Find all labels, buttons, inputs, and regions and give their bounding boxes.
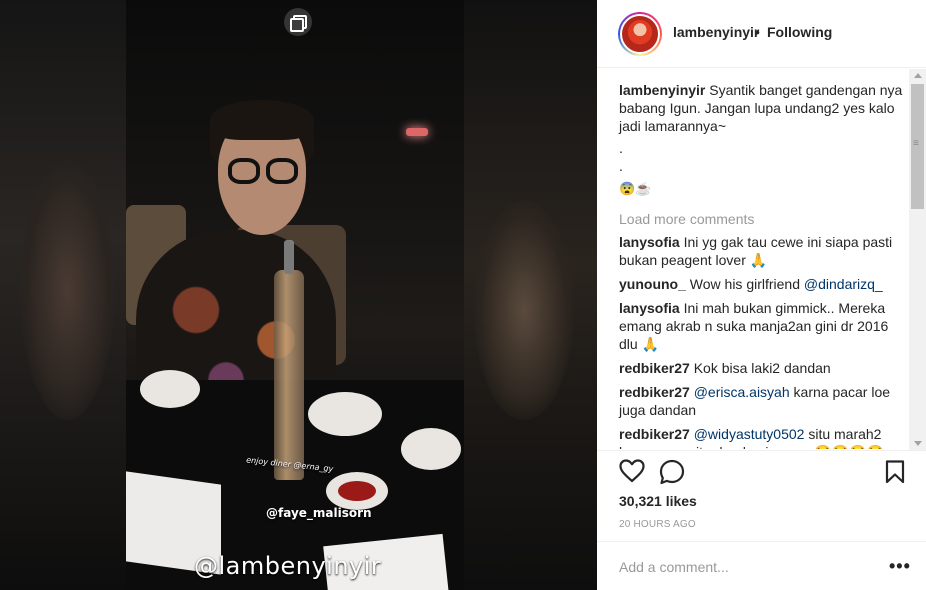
avatar-image [620, 14, 660, 54]
bookmark-icon[interactable] [884, 460, 906, 484]
bottle [274, 240, 304, 480]
more-options-icon[interactable]: ••• [889, 556, 911, 577]
comment: lanysofia Ini yg gak tau cewe ini siapa … [619, 233, 909, 269]
comment-icon[interactable] [659, 459, 685, 485]
scroll-down-icon[interactable] [914, 441, 922, 446]
caption-dot: . [619, 140, 623, 156]
heart-icon[interactable] [619, 459, 645, 483]
media-area: enjoy diner @erna_gy @faye_malisorn @lam… [0, 0, 597, 590]
caption-username[interactable]: lambenyinyir [619, 82, 705, 98]
comment-username[interactable]: redbiker27 [619, 384, 690, 400]
comment-username[interactable]: redbiker27 [619, 426, 690, 442]
multiple-posts-icon [284, 8, 312, 36]
comment-username[interactable]: yunouno_ [619, 276, 686, 292]
header-username[interactable]: lambenyinyir [673, 24, 759, 40]
comment: redbiker27 @erisca.aisyah karna pacar lo… [619, 383, 909, 419]
comment: lanysofia Ini mah bukan gimmick.. Mereka… [619, 299, 909, 353]
comment-mention[interactable]: @dindarizq_ [804, 276, 883, 292]
comment: yunouno_ Wow his girlfriend @dindarizq_ [619, 275, 909, 293]
sauce-dish [326, 472, 388, 510]
post-panel: lambenyinyir • Following lambenyinyir Sy… [597, 0, 926, 590]
comment-text: Wow his girlfriend [689, 276, 804, 292]
load-more-comments-button[interactable]: Load more comments [619, 211, 909, 227]
story-sticker-tag: @faye_malisorn [266, 506, 372, 520]
media-blur-left [0, 0, 126, 590]
comment-username[interactable]: lanysofia [619, 300, 680, 316]
comment-username[interactable]: redbiker27 [619, 360, 690, 376]
comments-section[interactable]: lambenyinyir Syantik banget gandengan ny… [597, 69, 926, 449]
post-timestamp[interactable]: 20 HOURS AGO [619, 519, 696, 530]
story-sticker-username: @lambenyinyir [194, 552, 382, 580]
scrollbar-thumb[interactable] [911, 84, 924, 209]
comment-mention[interactable]: @widyastuty0502 [694, 426, 805, 442]
scroll-up-icon[interactable] [914, 73, 922, 78]
bowl [401, 428, 461, 470]
comment: redbiker27 @widyastuty0502 situ marah2 k… [619, 425, 909, 449]
glasses [228, 158, 298, 184]
caption-dot: . [619, 158, 623, 174]
story-video[interactable]: enjoy diner @erna_gy @faye_malisorn @lam… [126, 0, 464, 590]
woman-hair-top [210, 100, 314, 140]
post-header: lambenyinyir • Following [597, 0, 926, 68]
comments-scrollbar[interactable] [909, 69, 926, 450]
caption-emoji: 😨☕ [619, 181, 652, 196]
comment-username[interactable]: lanysofia [619, 234, 680, 250]
comments-list: lambenyinyir Syantik banget gandengan ny… [619, 69, 909, 449]
avatar[interactable] [618, 12, 662, 56]
bowl [308, 392, 382, 436]
comment: redbiker27 Kok bisa laki2 dandan [619, 359, 909, 377]
media-blur-right [464, 0, 597, 590]
caption: lambenyinyir Syantik banget gandengan ny… [619, 81, 909, 135]
header-separator: • [755, 24, 760, 40]
following-button[interactable]: Following [767, 24, 832, 40]
comment-mention[interactable]: @erisca.aisyah [694, 384, 790, 400]
comment-text: Kok bisa laki2 dandan [693, 360, 831, 376]
add-comment-input[interactable] [619, 557, 859, 577]
bowl [140, 370, 200, 408]
background-light [406, 128, 428, 136]
likes-count[interactable]: 30,321 likes [619, 493, 697, 509]
